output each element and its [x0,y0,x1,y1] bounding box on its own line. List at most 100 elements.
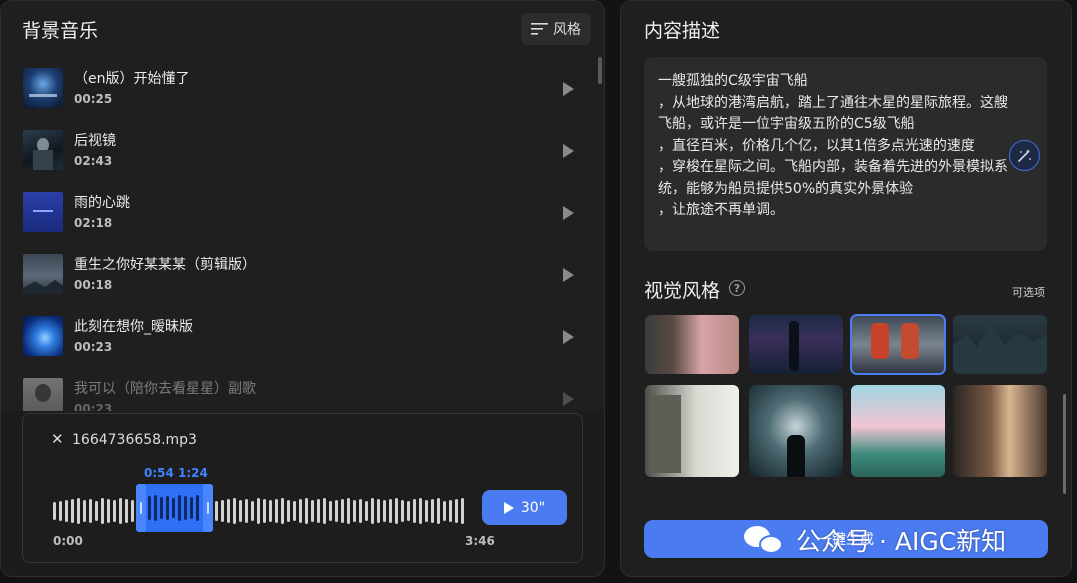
waveform-bar [89,499,92,523]
time-end: 3:46 [465,534,495,548]
time-start: 0:00 [53,534,83,548]
style-grid-scrollbar[interactable] [1063,394,1066,494]
selection-waveform-bar [160,497,163,519]
play-icon[interactable] [563,82,574,96]
play-selection-button[interactable]: 30" [482,490,567,525]
style-tile[interactable] [749,315,843,374]
list-style-icon [531,23,548,35]
waveform-bar [239,500,242,522]
track-name: 我可以（陪你去看星星）副歌 [74,381,256,397]
play-icon[interactable] [563,330,574,344]
trim-selection[interactable] [136,484,213,532]
waveform-bar [395,498,398,524]
waveform-bar [275,499,278,523]
music-item[interactable]: （en版）开始懂了 00:25 [1,68,599,130]
waveform-bar [353,500,356,522]
description-textarea[interactable]: 一艘孤独的C级宇宙飞船 ，从地球的港湾启航，踏上了通往木星的星际旅程。这艘 飞船… [644,57,1047,251]
magic-wand-icon[interactable] [1009,140,1040,171]
track-cover [23,192,63,232]
waveform-bar [119,498,122,524]
music-item[interactable]: 重生之你好某某某（剪辑版） 00:18 [1,254,599,316]
play-icon[interactable] [563,392,574,406]
music-list-scrollbar[interactable] [598,57,602,84]
waveform-bar [53,502,56,520]
waveform-bar [407,501,410,521]
style-tile[interactable] [851,385,945,477]
music-item[interactable]: 雨的心跳 02:18 [1,192,599,254]
waveform-bar [221,500,224,522]
style-tile[interactable] [749,385,843,477]
waveform-bar [413,499,416,523]
track-duration: 02:18 [74,216,113,230]
waveform-bar [365,501,368,521]
waveform-bar [263,499,266,523]
watermark: 公众号 · AIGC新知 [744,519,1006,561]
selection-waveform-bar [190,497,193,519]
waveform-bar [113,500,116,522]
play-icon[interactable] [563,206,574,220]
waveform-bar [95,501,98,521]
music-item[interactable]: 后视镜 02:43 [1,130,599,192]
optional-label: 可选项 [1012,286,1045,299]
waveform-bar [461,498,464,524]
description-line: ，从地球的港湾启航，踏上了通往木星的星际旅程。这艘 [658,94,1008,111]
waveform-bar [83,500,86,522]
trim-start-handle[interactable] [136,484,146,532]
style-tile[interactable] [953,385,1047,477]
waveform-bar [419,498,422,524]
waveform-bar [377,499,380,523]
play-selection-label: 30" [520,499,546,516]
track-cover [23,130,63,170]
waveform-bar [107,499,110,523]
waveform-bar [293,501,296,521]
waveform-bar [305,498,308,524]
waveform-bar [347,498,350,524]
waveform-bar [65,500,68,522]
audio-file-name: 1664736658.mp3 [72,432,197,448]
waveform-bar [311,500,314,522]
waveform-bar [335,500,338,522]
trim-end-handle[interactable] [203,484,213,532]
play-icon[interactable] [563,268,574,282]
close-icon[interactable]: ✕ [51,432,64,447]
track-duration: 00:18 [74,278,113,292]
help-icon[interactable]: ? [729,280,745,296]
style-tile[interactable] [645,315,739,374]
track-cover [23,68,63,108]
waveform-bar [281,498,284,524]
track-name: 雨的心跳 [74,195,130,211]
audio-waveform[interactable] [53,498,465,524]
style-filter-button[interactable]: 风格 [521,13,591,45]
watermark-text: 公众号 · AIGC新知 [796,527,1007,556]
waveform-bar [323,498,326,524]
description-line: ，让旅途不再单调。 [658,202,784,218]
waveform-bar [125,499,128,523]
panel-title-content-description: 内容描述 [644,20,721,42]
style-tile[interactable] [953,315,1047,374]
selection-waveform-bar [166,496,169,520]
style-tile[interactable] [850,314,946,375]
music-item[interactable]: 此刻在想你_暧昧版 00:23 [1,316,599,378]
play-icon[interactable] [563,144,574,158]
waveform-bar [359,499,362,523]
style-tile[interactable] [645,385,739,477]
waveform-bar [227,499,230,523]
waveform-bar [269,500,272,522]
selection-waveform-bar [148,496,151,520]
background-music-panel: 背景音乐 风格 （en版）开始懂了 00:25 后视镜 02:43 雨的心跳 0… [0,0,605,577]
panel-title-background-music: 背景音乐 [22,20,99,42]
track-cover [23,316,63,356]
track-name: 重生之你好某某某（剪辑版） [74,257,256,273]
selection-waveform-bar [184,496,187,520]
description-line: 飞船，或许是一位宇宙级五阶的C5级飞船 [658,116,915,132]
waveform-bar [245,499,248,523]
waveform-bar [443,501,446,521]
visual-style-title: 视觉风格 [644,280,721,302]
waveform-bar [425,500,428,522]
selection-end-time: 1:24 [178,466,208,480]
waveform-bar [431,499,434,523]
waveform-bar [257,498,260,524]
selection-waveform [148,495,201,521]
track-duration: 00:23 [74,340,113,354]
play-icon [503,501,514,514]
